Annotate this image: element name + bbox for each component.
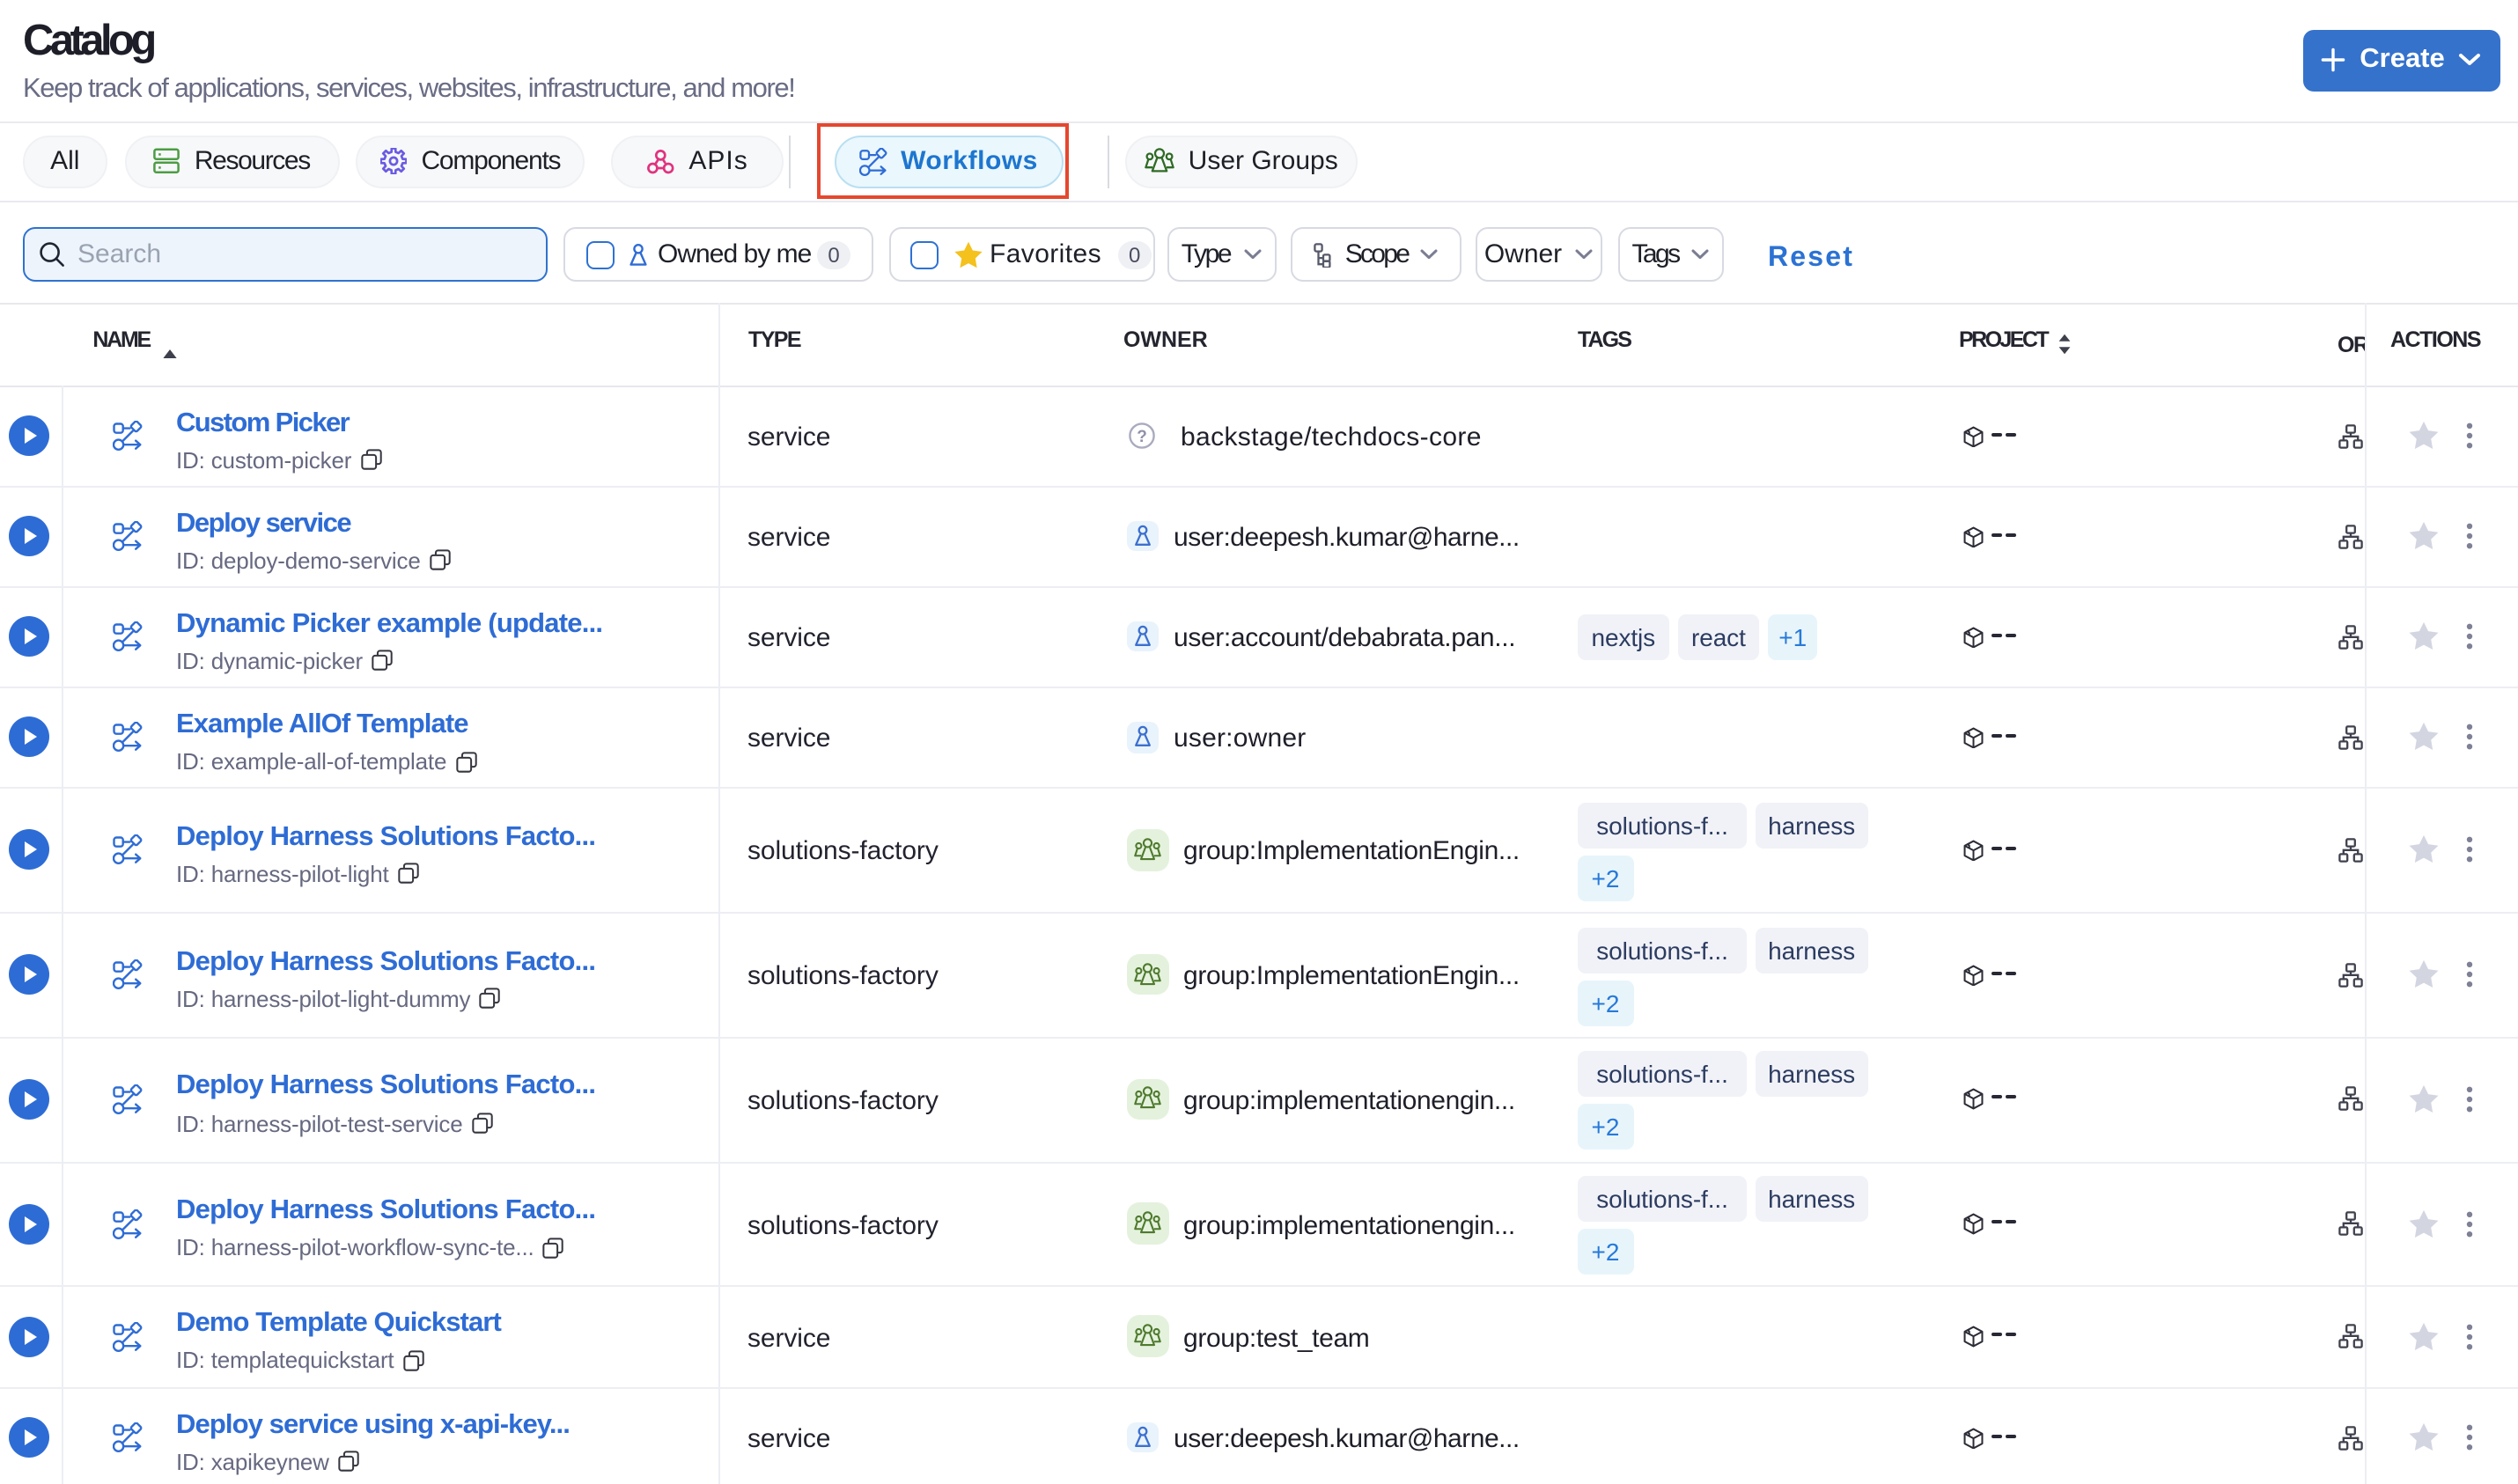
svg-text:?: ? [1138,428,1148,446]
